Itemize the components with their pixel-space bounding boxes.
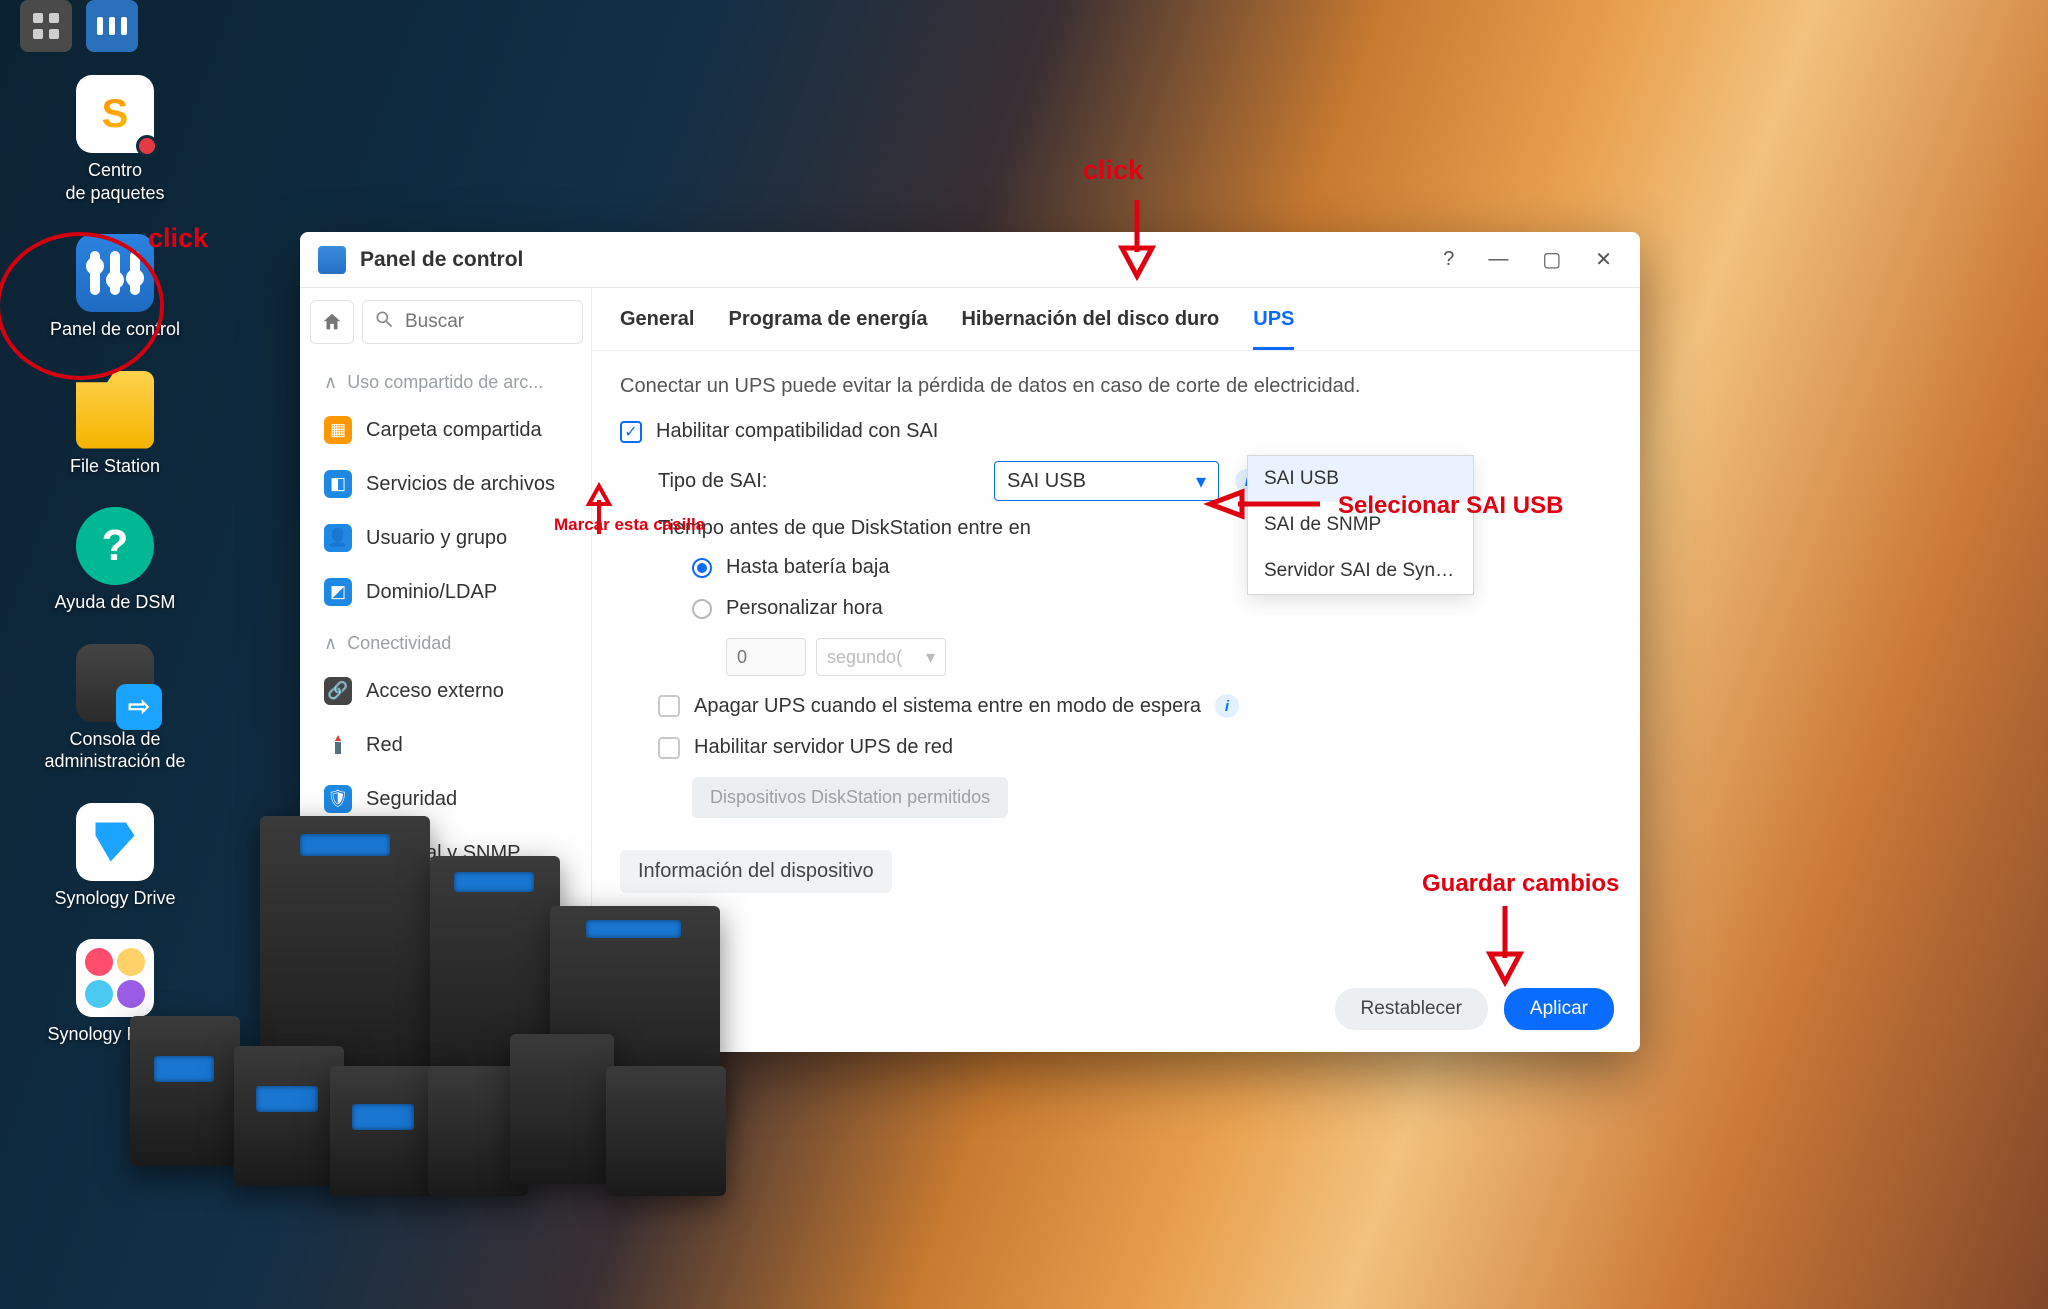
desktop-icon-label: Panel de control: [50, 318, 180, 341]
info-icon[interactable]: i: [1215, 694, 1239, 718]
sidebar-item-external-access[interactable]: 🔗Acceso externo: [310, 664, 583, 718]
desktop-icon-consola-admin[interactable]: ⇨ Consola de administración de: [25, 644, 205, 773]
chevron-down-icon: ▾: [1196, 469, 1206, 494]
desktop-icon-label: Consola de administración de: [44, 728, 185, 773]
select-time-unit[interactable]: segundo(▾: [816, 638, 946, 676]
sidebar-item-domain-ldap[interactable]: ◩Dominio/LDAP: [310, 565, 583, 619]
taskbar-panel-icon[interactable]: [86, 0, 138, 52]
app-icon: [318, 246, 346, 274]
label-time-before-standby: Tiempo antes de que DiskStation entre en: [658, 517, 1031, 540]
label-network-ups-server: Habilitar servidor UPS de red: [694, 736, 953, 759]
checkbox-shutdown-ups[interactable]: ✓: [658, 695, 680, 717]
label-until-low-battery: Hasta batería baja: [726, 556, 889, 579]
tab-general[interactable]: General: [620, 308, 694, 350]
taskbar-apps-icon[interactable]: [20, 0, 72, 52]
sidebar-item-network[interactable]: Red: [310, 718, 583, 772]
checkbox-enable-sai[interactable]: ✓: [620, 421, 642, 443]
desktop-icon-file-station[interactable]: File Station: [25, 371, 205, 478]
button-permitted-devices: Dispositivos DiskStation permitidos: [692, 777, 1008, 818]
desktop-icon-label: File Station: [70, 455, 160, 478]
sidebar-group-connectivity[interactable]: ∧Conectividad: [310, 619, 583, 664]
label-customize-time: Personalizar hora: [726, 597, 883, 620]
label-shutdown-ups: Apagar UPS cuando el sistema entre en mo…: [694, 695, 1201, 718]
dropdown-option-sai-usb[interactable]: SAI USB: [1248, 456, 1473, 502]
sidebar-item-shared-folder[interactable]: ▦Carpeta compartida: [310, 403, 583, 457]
tabs: General Programa de energía Hibernación …: [592, 288, 1640, 351]
desktop-icon-ayuda-dsm[interactable]: ? Ayuda de DSM: [25, 507, 205, 614]
label-sai-type: Tipo de SAI:: [658, 470, 978, 493]
tab-ups[interactable]: UPS: [1253, 308, 1294, 350]
help-button[interactable]: ?: [1433, 242, 1464, 277]
home-button[interactable]: [310, 300, 354, 344]
dropdown-option-sai-snmp[interactable]: SAI de SNMP: [1248, 502, 1473, 548]
update-badge: [136, 135, 158, 157]
sidebar-item-user-group[interactable]: 👤Usuario y grupo: [310, 511, 583, 565]
desktop-icon-panel-de-control[interactable]: Panel de control: [25, 234, 205, 341]
dropdown-option-sai-synology-server[interactable]: Servidor SAI de Synolo…: [1248, 548, 1473, 594]
input-custom-time-value[interactable]: [726, 638, 806, 676]
apply-button[interactable]: Aplicar: [1504, 988, 1614, 1030]
close-button[interactable]: ✕: [1585, 241, 1622, 278]
window-title: Panel de control: [360, 248, 1419, 272]
titlebar: Panel de control ? — ▢ ✕: [300, 232, 1640, 288]
taskbar: [20, 0, 138, 52]
label-enable-sai: Habilitar compatibilidad con SAI: [656, 420, 938, 443]
desktop-icon-label: Centro de paquetes: [65, 159, 164, 204]
radio-customize-time[interactable]: [692, 599, 712, 619]
desktop-icon-label: Ayuda de DSM: [55, 591, 176, 614]
minimize-button[interactable]: —: [1478, 242, 1518, 277]
reset-button[interactable]: Restablecer: [1335, 988, 1488, 1030]
ups-hardware-image: [130, 816, 780, 1196]
sai-type-dropdown: SAI USB SAI de SNMP Servidor SAI de Syno…: [1247, 455, 1474, 595]
desktop-icon-centro-paquetes[interactable]: Centro de paquetes: [25, 75, 205, 204]
search-icon: [374, 309, 394, 335]
checkbox-network-ups-server[interactable]: ✓: [658, 737, 680, 759]
select-sai-type[interactable]: SAI USB ▾: [994, 461, 1219, 501]
ups-description: Conectar un UPS puede evitar la pérdida …: [620, 375, 1612, 398]
tab-hdd-hibernation[interactable]: Hibernación del disco duro: [961, 308, 1219, 350]
maximize-button[interactable]: ▢: [1532, 241, 1571, 278]
sidebar-item-file-services[interactable]: ◧Servicios de archivos: [310, 457, 583, 511]
search-input[interactable]: [362, 300, 583, 344]
annotation-click-top: click: [1083, 155, 1143, 186]
sidebar-group-file-sharing[interactable]: ∧Uso compartido de arc...: [310, 358, 583, 403]
radio-until-low-battery[interactable]: [692, 558, 712, 578]
tab-power-schedule[interactable]: Programa de energía: [728, 308, 927, 350]
